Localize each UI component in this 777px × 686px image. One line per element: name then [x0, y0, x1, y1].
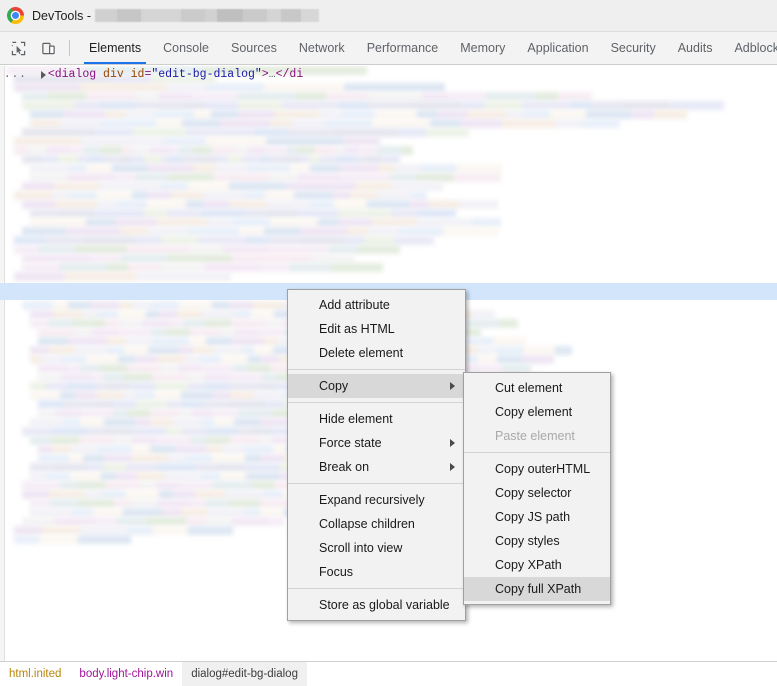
tab-elements[interactable]: Elements — [78, 32, 152, 64]
tag-open-bracket: < — [47, 68, 55, 81]
menu-item-label: Delete element — [319, 346, 404, 360]
context-menu-item-focus[interactable]: Focus — [288, 560, 465, 584]
chrome-logo-icon — [7, 7, 24, 24]
tab-application[interactable]: Application — [516, 32, 599, 64]
context-menu-item-hide-element[interactable]: Hide element — [288, 407, 465, 431]
menu-item-label: Copy XPath — [495, 558, 562, 572]
menu-item-label: Expand recursively — [319, 493, 425, 507]
context-menu-separator — [288, 588, 465, 589]
tab-performance[interactable]: Performance — [356, 32, 450, 64]
device-toolbar-icon[interactable] — [36, 36, 60, 60]
tree-gutter — [0, 66, 5, 661]
dom-selected-row[interactable]: ... < dialog div id = "edit-bg-dialog" >… </d… — [0, 66, 303, 83]
context-menu-item-add-attribute[interactable]: Add attribute — [288, 293, 465, 317]
menu-item-label: Cut element — [495, 381, 563, 395]
dom-breadcrumb-bar: html.inited body.light-chip.win dialog#e… — [0, 661, 777, 686]
copy-submenu-item-copy-js-path[interactable]: Copy JS path — [464, 505, 610, 529]
menu-item-label: Scroll into view — [319, 541, 403, 555]
menu-item-label: Copy outerHTML — [495, 462, 591, 476]
menu-item-label: Break on — [319, 460, 370, 474]
context-menu-item-delete-element[interactable]: Delete element — [288, 341, 465, 365]
submenu-arrow-icon — [450, 382, 455, 390]
menu-item-label: Store as global variable — [319, 598, 450, 612]
copy-submenu-item-copy-selector[interactable]: Copy selector — [464, 481, 610, 505]
copy-submenu-item-copy-element[interactable]: Copy element — [464, 400, 610, 424]
tab-memory[interactable]: Memory — [449, 32, 516, 64]
copy-submenu-separator — [464, 452, 610, 453]
tab-security[interactable]: Security — [600, 32, 667, 64]
menu-item-label: Copy full XPath — [495, 582, 582, 596]
attribute-equals: = — [144, 68, 152, 81]
submenu-arrow-icon — [450, 439, 455, 447]
copy-submenu[interactable]: Cut element Copy element Paste element Copy… — [463, 372, 611, 605]
tag-close-bracket: > — [261, 68, 269, 81]
copy-submenu-item-copy-xpath[interactable]: Copy XPath — [464, 553, 610, 577]
copy-submenu-item-copy-full-xpath[interactable]: Copy full XPath — [464, 577, 610, 601]
context-menu-item-break-on[interactable]: Break on — [288, 455, 465, 479]
toolbar-divider — [69, 40, 70, 56]
breadcrumb-item-dialog[interactable]: dialog#edit-bg-dialog — [182, 661, 307, 686]
menu-item-label: Copy JS path — [495, 510, 571, 524]
menu-item-label: Hide element — [319, 412, 393, 426]
row-ellipsis-button[interactable]: ... — [4, 69, 27, 81]
context-menu-item-scroll-into-view[interactable]: Scroll into view — [288, 536, 465, 560]
panel-tab-strip: Elements Console Sources Network Perform… — [0, 32, 777, 65]
collapsed-children-ellipsis[interactable]: … — [269, 68, 276, 81]
breadcrumb-item-body[interactable]: body.light-chip.win — [70, 662, 182, 686]
attribute-value: "edit-bg-dialog" — [151, 68, 262, 81]
menu-item-label: Copy element — [495, 405, 573, 419]
tab-sources[interactable]: Sources — [220, 32, 288, 64]
context-menu-item-collapse-children[interactable]: Collapse children — [288, 512, 465, 536]
menu-item-label: Add attribute — [319, 298, 390, 312]
copy-submenu-item-paste-element: Paste element — [464, 424, 610, 448]
attribute-name: div id — [103, 68, 145, 81]
tab-console[interactable]: Console — [152, 32, 220, 64]
context-menu-separator — [288, 483, 465, 484]
copy-submenu-item-copy-styles[interactable]: Copy styles — [464, 529, 610, 553]
window-title-redacted — [95, 9, 320, 22]
breadcrumb-item-html[interactable]: html.inited — [0, 662, 70, 686]
context-menu-separator — [288, 369, 465, 370]
tab-network[interactable]: Network — [288, 32, 356, 64]
menu-item-label: Copy styles — [495, 534, 560, 548]
menu-item-label: Focus — [319, 565, 354, 579]
context-menu-separator — [288, 402, 465, 403]
context-menu-item-copy[interactable]: Copy — [288, 374, 465, 398]
submenu-arrow-icon — [450, 463, 455, 471]
menu-item-label: Copy — [319, 379, 349, 393]
devtools-window: DevTools - Elements Console Sources Netw… — [0, 0, 777, 686]
context-menu-item-expand-recursively[interactable]: Expand recursively — [288, 488, 465, 512]
menu-item-label: Force state — [319, 436, 382, 450]
dom-context-menu[interactable]: Add attribute Edit as HTML Delete element C… — [287, 289, 466, 621]
menu-item-label: Copy selector — [495, 486, 572, 500]
window-title: DevTools - — [32, 8, 92, 23]
copy-submenu-item-copy-outerhtml[interactable]: Copy outerHTML — [464, 457, 610, 481]
tab-adblock-plus[interactable]: Adblock Pl — [723, 32, 777, 64]
context-menu-item-edit-as-html[interactable]: Edit as HTML — [288, 317, 465, 341]
inspect-element-icon[interactable] — [6, 36, 30, 60]
tab-audits[interactable]: Audits — [667, 32, 724, 64]
copy-submenu-item-cut-element[interactable]: Cut element — [464, 376, 610, 400]
menu-item-label: Paste element — [495, 429, 575, 443]
closing-tag-partial: </di — [275, 68, 304, 81]
tag-name: dialog — [54, 68, 97, 81]
title-bar: DevTools - — [0, 0, 777, 32]
menu-item-label: Collapse children — [319, 517, 415, 531]
menu-item-label: Edit as HTML — [319, 322, 395, 336]
context-menu-item-store-as-global-variable[interactable]: Store as global variable — [288, 593, 465, 617]
expand-triangle-icon[interactable] — [40, 70, 46, 79]
context-menu-item-force-state[interactable]: Force state — [288, 431, 465, 455]
